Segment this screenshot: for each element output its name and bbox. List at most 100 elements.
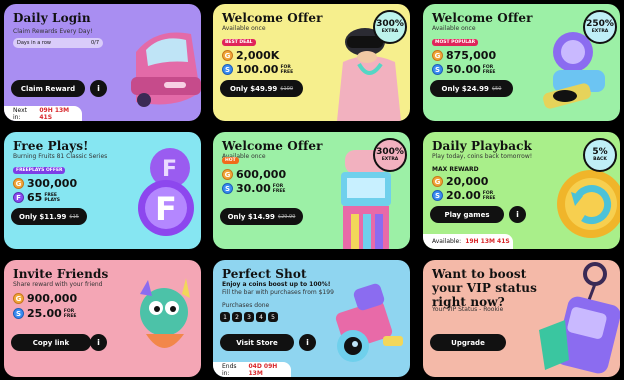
- card-title: Welcome Offer: [222, 139, 323, 153]
- card-title: Welcome Offer: [432, 11, 533, 25]
- gold-coin-icon: G: [13, 293, 24, 304]
- next-in-footer: Next in: 09H 13M 41S: [4, 106, 82, 121]
- price-label: Only $24.99: [441, 84, 489, 93]
- card-title: Daily Playback: [432, 139, 532, 153]
- sweeps-coin-icon: S: [13, 308, 24, 319]
- sweeps-row: S 30.00 FOR FREE: [222, 182, 287, 195]
- extra-badge: 300% EXTRA: [373, 138, 407, 172]
- badge-percent: 300%: [376, 147, 404, 157]
- gold-coin-icon: G: [432, 50, 443, 61]
- plays-amount: 65: [27, 191, 43, 204]
- free-play-icon: F: [13, 192, 24, 203]
- buy-offer-button[interactable]: Only $24.99 $50: [430, 80, 513, 97]
- old-price: $100: [280, 85, 294, 92]
- progress-value: 0/7: [90, 40, 99, 46]
- plays-row: F 65 FREE PLAYS: [13, 191, 61, 204]
- buy-offer-button[interactable]: Only $11.99 $15: [11, 208, 87, 225]
- sweeps-row: S 25.00 FOR FREE: [13, 307, 78, 320]
- footer-label: Ends in:: [222, 362, 237, 377]
- gold-amount: 875,000: [446, 49, 497, 62]
- gold-coin-icon: G: [432, 176, 443, 187]
- extra-badge: 300% EXTRA: [373, 10, 407, 44]
- footer-time: 09H 13M 41S: [39, 106, 70, 121]
- card-title: Perfect Shot: [222, 267, 307, 281]
- badge-label: EXTRA: [381, 29, 399, 34]
- boost-description: Enjoy a coins boost up to 100%!: [222, 281, 331, 288]
- max-reward-label: MAX REWARD: [432, 166, 479, 173]
- offer-tag: MOST POPULAR: [432, 39, 479, 46]
- available-footer: Available: 19H 13M 41S: [423, 234, 513, 249]
- info-icon[interactable]: i: [299, 334, 316, 351]
- gold-row: G 2,000K: [222, 49, 279, 62]
- cashback-coin-illustration: [557, 170, 620, 238]
- svg-text:F: F: [155, 190, 177, 228]
- badge-label: EXTRA: [591, 29, 609, 34]
- for-free-label: FOR FREE: [63, 308, 77, 319]
- card-title: Welcome Offer: [222, 11, 323, 25]
- gold-amount: 300,000: [27, 177, 78, 190]
- card-title: Invite Friends: [13, 267, 109, 281]
- card-title: Want to boost your VIP status right now?: [432, 267, 537, 309]
- car-illustration: [131, 32, 201, 107]
- sweeps-amount: 25.00: [27, 307, 62, 320]
- gold-amount: 900,000: [27, 292, 78, 305]
- purchase-step: 2: [232, 312, 242, 322]
- gold-coin-icon: G: [222, 169, 233, 180]
- gold-coin-icon: G: [222, 50, 233, 61]
- card-subtitle: Burning Fruits 81 Classic Series: [13, 153, 108, 160]
- play-games-button[interactable]: Play games: [430, 206, 504, 223]
- buy-offer-button[interactable]: Only $14.99 $29.99: [220, 208, 303, 225]
- old-price: $29.99: [277, 213, 296, 220]
- card-title: Daily Login: [13, 11, 91, 25]
- camera-illustration: [335, 283, 403, 362]
- info-icon[interactable]: i: [90, 334, 107, 351]
- daily-playback-card: Daily Playback Play today, coins back to…: [423, 132, 620, 249]
- gold-amount: 600,000: [236, 168, 287, 181]
- free-plays-label: FREE PLAYS: [44, 192, 61, 203]
- buy-offer-button[interactable]: Only $49.99 $100: [220, 80, 303, 97]
- sweeps-amount: 50.00: [446, 63, 481, 76]
- for-free-label: FOR FREE: [272, 183, 286, 194]
- old-price: $50: [491, 85, 502, 92]
- gold-row: G 875,000: [432, 49, 496, 62]
- visit-store-button[interactable]: Visit Store: [220, 334, 294, 351]
- card-title: Free Plays!: [13, 139, 89, 153]
- for-free-label: FOR FREE: [280, 64, 294, 75]
- price-label: Only $49.99: [229, 84, 278, 93]
- card-subtitle: Available once: [222, 25, 266, 32]
- info-icon[interactable]: i: [90, 80, 107, 97]
- purchase-step: 3: [244, 312, 254, 322]
- gold-row: G 900,000: [13, 292, 77, 305]
- sweeps-coin-icon: S: [222, 183, 233, 194]
- cashback-badge: 5% BACK: [583, 138, 617, 172]
- friends-monster-illustration: [140, 278, 190, 348]
- copy-link-button[interactable]: Copy link: [11, 334, 91, 351]
- for-free-label: FOR FREE: [482, 64, 496, 75]
- gold-amount: 20,000: [446, 175, 489, 188]
- purchase-step: 5: [268, 312, 278, 322]
- badge-label: EXTRA: [381, 157, 399, 162]
- purchases-label: Purchases done: [222, 302, 270, 309]
- claim-reward-button[interactable]: Claim Reward: [11, 80, 85, 97]
- badge-percent: 5%: [592, 147, 608, 157]
- gold-row: G 300,000: [13, 177, 77, 190]
- card-subtitle: Share reward with your friend: [13, 281, 103, 288]
- price-label: Only $14.99: [227, 212, 275, 221]
- offer-tag: FREEPLAYS OFFER: [13, 167, 66, 174]
- badge-percent: 300%: [376, 19, 404, 29]
- footer-time: 19H 13M 41S: [465, 238, 510, 245]
- vip-upgrade-card: Want to boost your VIP status right now?…: [423, 260, 620, 377]
- gold-amount: 2,000K: [236, 49, 280, 62]
- info-icon[interactable]: i: [509, 206, 526, 223]
- daily-login-card: Daily Login Claim Rewards Every Day! Day…: [4, 4, 201, 121]
- upgrade-button[interactable]: Upgrade: [430, 334, 506, 351]
- welcome-offer-card-2: Welcome Offer Available once MOST POPULA…: [423, 4, 620, 121]
- sweeps-row: S 100.00 FOR FREE: [222, 63, 294, 76]
- price-label: Only $11.99: [19, 212, 67, 221]
- for-free-label: FOR FREE: [482, 190, 496, 201]
- purchase-step: 1: [220, 312, 230, 322]
- badge-label: BACK: [593, 157, 607, 162]
- purchase-step: 4: [256, 312, 266, 322]
- progress-label: Days in a row: [17, 40, 51, 46]
- vip-car-keychain-illustration: [539, 262, 620, 374]
